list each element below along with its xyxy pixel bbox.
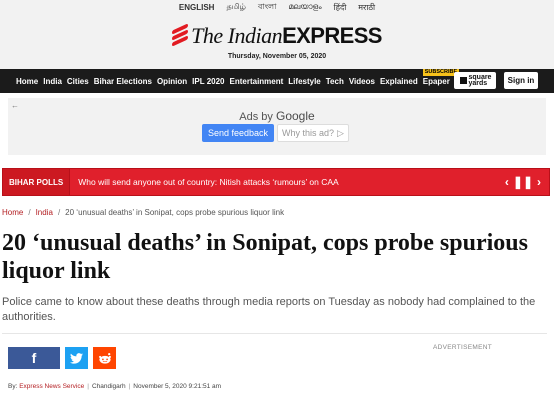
lang-tamil[interactable]: தமிழ் (226, 2, 246, 12)
article-headline: 20 ‘unusual deaths’ in Sonipat, cops pro… (2, 230, 528, 284)
square-yards-label: square yards (468, 73, 492, 87)
ads-by-label: Ads by (239, 111, 273, 123)
why-this-ad-label: Why this ad? (282, 128, 335, 138)
breadcrumb-current: 20 ‘unusual deaths’ in Sonipat, cops pro… (65, 208, 285, 217)
google-label: Google (276, 109, 315, 123)
nav-lifestyle[interactable]: Lifestyle (288, 77, 320, 86)
byline-author[interactable]: Express News Service (19, 383, 84, 390)
dateline: Thursday, November 05, 2020 (227, 53, 327, 60)
ad-container: ← Ads by Google Send feedback Why this a… (8, 98, 546, 155)
byline-separator: | (128, 383, 131, 390)
lang-hindi[interactable]: हिंदी (334, 2, 347, 13)
twitter-icon (70, 352, 83, 364)
ticker-next-icon[interactable]: › (537, 175, 541, 189)
nav-home[interactable]: Home (16, 77, 38, 86)
nav-bihar-elections[interactable]: Bihar Elections (94, 77, 152, 86)
lang-english[interactable]: ENGLISH (179, 3, 215, 12)
lang-marathi[interactable]: मराठी (358, 2, 375, 13)
byline-by: By: (8, 383, 18, 390)
signin-button[interactable]: Sign in (504, 72, 538, 89)
divider (2, 333, 547, 334)
square-yards-button[interactable]: square yards (454, 72, 496, 89)
advertisement-label: ADVERTISEMENT (433, 344, 493, 351)
breadcrumb-separator: / (28, 208, 31, 217)
byline-timestamp: November 5, 2020 9:21:51 am (133, 383, 222, 390)
lang-bangla[interactable]: বাংলা (258, 1, 277, 14)
breadcrumb-india[interactable]: India (36, 208, 53, 217)
why-this-ad-button[interactable]: Why this ad? ▷ (277, 124, 349, 142)
ticker-headline[interactable]: Who will send anyone out of country: Nit… (78, 177, 505, 187)
epaper-link[interactable]: SUBSCRIBE Epaper (422, 68, 460, 86)
masthead: The IndianEXPRESS Thursday, November 05,… (0, 14, 554, 69)
byline-location: Chandigarh (91, 383, 126, 390)
send-feedback-button[interactable]: Send feedback (202, 124, 274, 142)
share-buttons: f (8, 347, 116, 369)
breadcrumb-separator: / (57, 208, 61, 217)
article-synopsis: Police came to know about these deaths t… (2, 296, 536, 323)
main-nav: Home India Cities Bihar Elections Opinio… (0, 68, 554, 93)
language-bar: ENGLISH தமிழ் বাংলা മലയാളം हिंदी मराठी (0, 0, 554, 14)
nav-cities[interactable]: Cities (67, 77, 89, 86)
breaking-ticker: BIHAR POLLS Who will send anyone out of … (2, 168, 550, 196)
logo-the: The Indian (191, 23, 283, 48)
ticker-tag[interactable]: BIHAR POLLS (3, 169, 71, 195)
logo-wordmark: The IndianEXPRESS (191, 23, 382, 49)
play-triangle-icon: ▷ (337, 127, 344, 138)
ticker-pause-icon[interactable]: ❚❚ (513, 175, 533, 189)
nav-ipl-2020[interactable]: IPL 2020 (192, 77, 224, 86)
reddit-share-button[interactable] (93, 347, 116, 369)
byline: By: Express News Service | Chandigarh | Nove… (8, 383, 221, 390)
reddit-icon (98, 353, 111, 364)
ads-by-google: Ads by Google (8, 109, 546, 123)
site-logo[interactable]: The IndianEXPRESS (172, 23, 382, 49)
lang-malayalam[interactable]: മലയാളം (288, 2, 321, 12)
nav-explained[interactable]: Explained (380, 77, 418, 86)
facebook-share-button[interactable]: f (8, 347, 60, 369)
breadcrumb: Home / India / 20 ‘unusual deaths’ in Sonipa… (2, 208, 284, 217)
logo-mark-icon (172, 23, 189, 47)
logo-express: EXPRESS (282, 23, 382, 48)
nav-tech[interactable]: Tech (326, 77, 344, 86)
nav-entertainment[interactable]: Entertainment (230, 77, 284, 86)
square-yards-icon (459, 77, 467, 84)
byline-separator: | (87, 383, 89, 390)
breadcrumb-home[interactable]: Home (2, 208, 23, 217)
nav-videos[interactable]: Videos (349, 77, 375, 86)
twitter-share-button[interactable] (65, 347, 88, 369)
ticker-prev-icon[interactable]: ‹ (505, 175, 509, 189)
nav-epaper[interactable]: Epaper (423, 77, 450, 86)
nav-india[interactable]: India (43, 77, 62, 86)
facebook-icon: f (31, 350, 37, 366)
nav-opinion[interactable]: Opinion (157, 77, 187, 86)
